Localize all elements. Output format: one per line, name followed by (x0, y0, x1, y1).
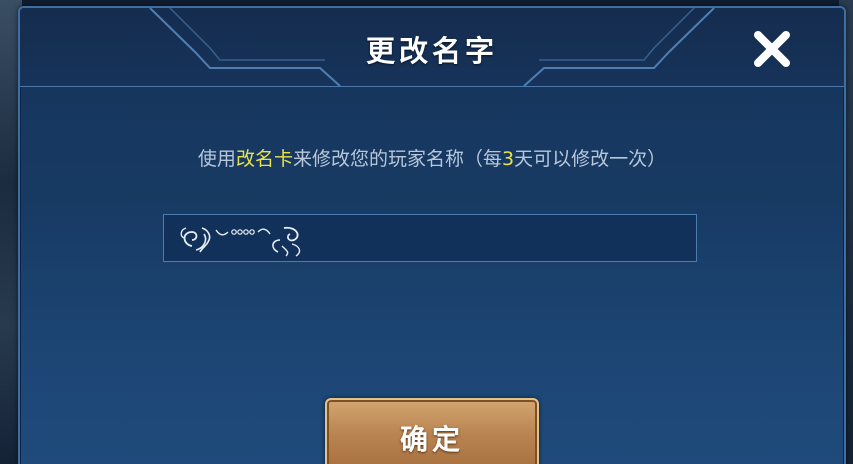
name-input[interactable] (163, 214, 697, 262)
background-watermark (130, 328, 750, 408)
rename-dialog: 更改名字 使用改名卡来修改您的玩家名称（每3天可以修改一次） 确定 (18, 6, 846, 464)
close-button[interactable] (748, 25, 796, 73)
dialog-header: 更改名字 (20, 8, 844, 87)
rename-card-highlight: 改名卡 (235, 148, 293, 170)
dialog-title: 更改名字 (365, 34, 498, 68)
confirm-button-label: 确定 (399, 423, 464, 456)
instruction-part1: 使用 (197, 148, 236, 170)
confirm-button[interactable]: 确定 (325, 398, 539, 464)
instruction-part3: 天可以修改一次） (514, 148, 667, 170)
close-x-icon (754, 31, 790, 67)
instruction-text: 使用改名卡来修改您的玩家名称（每3天可以修改一次） (20, 144, 844, 171)
game-screen: 更改名字 使用改名卡来修改您的玩家名称（每3天可以修改一次） 确定 (0, 0, 853, 464)
days-highlight: 3 (501, 148, 515, 170)
instruction-part2: 来修改您的玩家名称（每 (292, 148, 502, 170)
decorative-name-glyphs (180, 226, 301, 257)
